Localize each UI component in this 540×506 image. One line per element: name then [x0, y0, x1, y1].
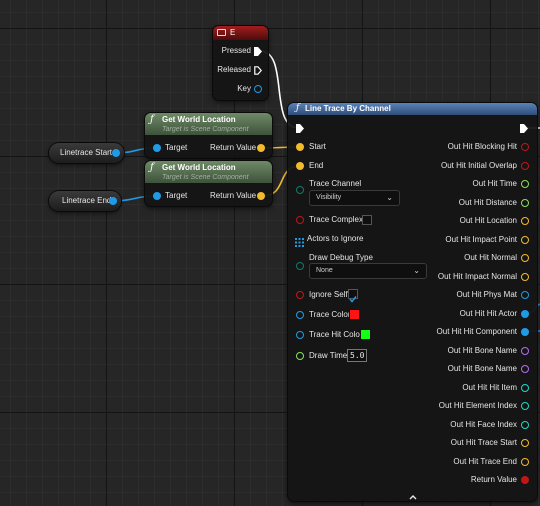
output-pin-row: Out Hit Bone Name	[288, 346, 537, 356]
input-key-event-node[interactable]: E Pressed Released Key	[213, 26, 268, 100]
output-pin-label: Out Hit Hit Actor	[459, 308, 517, 318]
output-vector-pin[interactable]	[521, 439, 529, 447]
output-pin-label: Out Hit Trace End	[453, 456, 517, 466]
exec-out-pin[interactable]	[520, 124, 528, 133]
target-object-pin[interactable]	[153, 192, 161, 200]
line-trace-title: Line Trace By Channel	[305, 104, 391, 113]
output-pin-row: Out Hit Distance	[288, 198, 537, 208]
output-pin-label: Out Hit Initial Overlap	[440, 160, 517, 170]
output-pin-row: Out Hit Blocking Hit	[288, 142, 537, 152]
function-node-subtitle: Target is Scene Component	[162, 126, 249, 133]
output-pin-label: Out Hit Phys Mat	[456, 290, 517, 299]
output-pin-row: Out Hit Trace End	[288, 457, 537, 467]
variable-name-label: Linetrace End	[62, 196, 112, 205]
output-pin-label: Out Hit Normal	[464, 253, 517, 262]
output-float-pin[interactable]	[521, 180, 529, 188]
output-pin-row: Out Hit Bone Name	[288, 364, 537, 374]
keyboard-icon	[217, 29, 226, 36]
line-trace-by-channel-node[interactable]: ƒ Line Trace By Channel Start End Trace …	[288, 103, 537, 501]
output-object-pin[interactable]	[521, 291, 529, 299]
function-node-title: Get World Location	[162, 115, 236, 124]
exec-in-pin[interactable]	[296, 124, 304, 133]
output-pin-row: Out Hit Phys Mat	[288, 290, 537, 300]
output-pin-row: Out Hit Hit Actor	[288, 309, 537, 319]
output-pin-label: Out Hit Blocking Hit	[447, 142, 517, 151]
output-vector-pin[interactable]	[521, 272, 529, 281]
output-bool-pin[interactable]	[521, 143, 529, 151]
pressed-pin-label: Pressed	[221, 46, 251, 55]
output-vector-pin[interactable]	[521, 235, 529, 244]
function-icon: ƒ	[150, 162, 154, 173]
output-pin-row: Out Hit Location	[288, 216, 537, 226]
target-object-pin[interactable]	[153, 144, 161, 152]
output-bool-pin[interactable]	[521, 476, 529, 484]
output-int-pin[interactable]	[521, 402, 529, 410]
output-pin-label: Out Hit Bone Name	[447, 345, 517, 355]
draw-debug-type-pin[interactable]	[296, 262, 304, 270]
output-name-pin[interactable]	[521, 346, 529, 355]
output-pin-label: Out Hit Impact Point	[445, 234, 517, 244]
output-pin-row: Out Hit Initial Overlap	[288, 161, 537, 171]
output-pin-row: Out Hit Trace Start	[288, 438, 537, 448]
function-icon: ƒ	[150, 114, 154, 125]
output-pin-label: Out Hit Bone Name	[447, 364, 517, 373]
line-trace-header: ƒ Line Trace By Channel	[288, 103, 537, 115]
output-object-pin[interactable]	[521, 328, 529, 336]
key-struct-pin[interactable]	[254, 85, 262, 93]
output-pin-row: Out Hit Hit Item	[288, 383, 537, 393]
output-pin-row: Out Hit Impact Point	[288, 235, 537, 245]
output-pin-label: Out Hit Trace Start	[450, 438, 517, 447]
released-exec-pin[interactable]	[254, 66, 262, 75]
function-node-subtitle: Target is Scene Component	[162, 174, 249, 181]
output-pin-label: Return Value	[470, 475, 517, 484]
function-node-header: ƒ Get World Location Target is Scene Com…	[145, 161, 272, 183]
target-pin-label: Target	[165, 191, 188, 200]
output-pin-label: Out Hit Impact Normal	[437, 271, 517, 281]
output-pin-row: Out Hit Time	[288, 179, 537, 189]
function-node-title: Get World Location	[162, 163, 236, 172]
return-value-vector-pin[interactable]	[257, 144, 265, 152]
get-world-location-node-1[interactable]: ƒ Get World Location Target is Scene Com…	[145, 113, 272, 158]
output-object-pin[interactable]	[521, 309, 529, 318]
output-name-pin[interactable]	[521, 365, 529, 373]
target-pin-label: Target	[165, 143, 188, 152]
linetrace-start-variable-node[interactable]: Linetrace Start	[49, 143, 124, 163]
output-pin-row: Out Hit Element Index	[288, 401, 537, 411]
linetrace-end-variable-node[interactable]: Linetrace End	[49, 191, 121, 211]
linetrace-end-output-pin[interactable]	[109, 197, 117, 205]
return-value-vector-pin[interactable]	[257, 192, 265, 200]
output-pin-label: Out Hit Time	[472, 179, 517, 188]
output-int-pin[interactable]	[521, 420, 529, 429]
key-pin-label: Key	[237, 84, 251, 93]
linetrace-start-output-pin[interactable]	[112, 149, 120, 157]
output-pin-label: Out Hit Location	[459, 216, 517, 225]
pressed-exec-pin[interactable]	[254, 47, 262, 56]
chevron-up-icon[interactable]	[408, 488, 418, 500]
output-pin-row: Out Hit Hit Component	[288, 327, 537, 337]
output-pin-label: Out Hit Hit Component	[436, 327, 517, 336]
output-pin-row: Out Hit Normal	[288, 253, 537, 263]
output-vector-pin[interactable]	[521, 217, 529, 225]
output-int-pin[interactable]	[521, 383, 529, 392]
released-pin-label: Released	[217, 65, 251, 74]
output-pin-label: Out Hit Element Index	[438, 401, 517, 410]
output-vector-pin[interactable]	[521, 457, 529, 466]
return-value-pin-label: Return Value	[210, 191, 257, 200]
function-node-header: ƒ Get World Location Target is Scene Com…	[145, 113, 272, 135]
return-value-pin-label: Return Value	[210, 143, 257, 152]
output-pin-row: Out Hit Face Index	[288, 420, 537, 430]
output-pin-label: Out Hit Face Index	[450, 419, 517, 429]
variable-name-label: Linetrace Start	[60, 148, 113, 157]
event-node-header: E	[213, 26, 268, 40]
event-node-title: E	[230, 28, 236, 37]
output-bool-pin[interactable]	[521, 161, 529, 170]
get-world-location-node-2[interactable]: ƒ Get World Location Target is Scene Com…	[145, 161, 272, 206]
output-pin-row: Out Hit Impact Normal	[288, 272, 537, 282]
function-icon: ƒ	[296, 103, 300, 113]
output-float-pin[interactable]	[521, 198, 529, 207]
output-vector-pin[interactable]	[521, 254, 529, 262]
output-pin-label: Out Hit Distance	[458, 197, 517, 207]
output-pin-row: Return Value	[288, 475, 537, 485]
output-pin-label: Out Hit Hit Item	[462, 382, 517, 392]
